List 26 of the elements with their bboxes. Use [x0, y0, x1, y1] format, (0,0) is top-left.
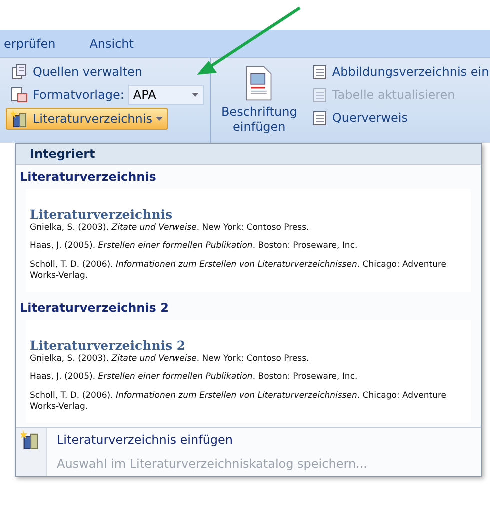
gallery-item-title: Literaturverzeichnis 2 [19, 300, 170, 317]
menu-section-header: Integriert [16, 144, 481, 165]
book-stack-icon [11, 110, 29, 128]
style-icon [11, 87, 29, 103]
style-combobox[interactable]: APA [128, 85, 204, 105]
ribbon-command-button[interactable]: Abbildungsverzeichnis ein [307, 62, 490, 82]
caret-icon [192, 93, 200, 97]
bibliography-button[interactable]: Literaturverzeichnis [6, 108, 168, 130]
reference-entry: Scholl, T. D. (2006). Informationen zum Erstellen von Literaturverzeichnissen. Chicago: Adventure Works-Verlag. [30, 390, 448, 414]
ribbon-command-button[interactable]: Querverweis [307, 108, 490, 128]
reference-entry: Haas, J. (2005). Erstellen einer formellen Publikation. Boston: Proseware, Inc. [30, 241, 359, 253]
reference-entry: Gnielka, S. (2003). Zitate und Verweise. New York: Contoso Press. [30, 354, 310, 366]
ribbon-tab[interactable]: Ansicht [90, 36, 134, 50]
reference-entry: Haas, J. (2005). Erstellen einer formellen Publikation. Boston: Proseware, Inc. [30, 372, 359, 384]
preview-heading: Literaturverzeichnis 2 [30, 338, 187, 353]
book-stack-icon [21, 430, 41, 450]
reference-entry: Scholl, T. D. (2006). Informationen zum Erstellen von Literaturverzeichnissen. Chicago: Adventure Works-Verlag. [30, 260, 448, 283]
gallery-item-title: Literaturverzeichnis [19, 169, 158, 186]
reference-entry: Gnielka, S. (2003). Zitate und Verweise. New York: Contoso Press. [30, 223, 310, 234]
style-label: Formatvorlage: [33, 88, 124, 102]
insert-caption-button[interactable]: Beschriftung einfügen [217, 62, 302, 139]
preview-heading: Literaturverzeichnis [30, 207, 174, 222]
menu-command[interactable]: Literaturverzeichnis einfügen [16, 428, 481, 452]
ribbon-tab[interactable]: erprüfen [4, 36, 56, 50]
document-picture-icon [244, 66, 274, 101]
caret-icon [156, 117, 164, 121]
